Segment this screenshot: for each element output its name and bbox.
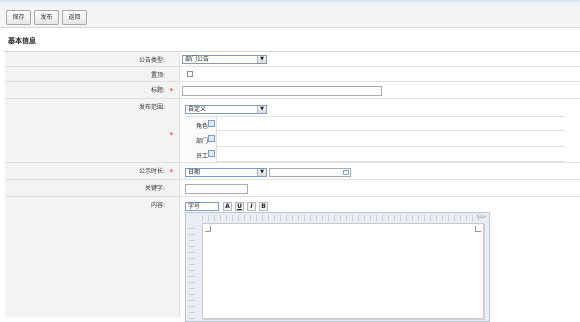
notice-type-select[interactable]: 部门公告 ▼ (182, 55, 267, 64)
pinned-label: 置顶: (150, 72, 165, 79)
rich-text-editor: 13px (185, 212, 490, 322)
role-label: 角色 (195, 123, 208, 130)
section-title: 基本信息 (8, 37, 36, 45)
notice-type-label: 公告类型: (138, 57, 165, 64)
duration-value: 日期 (188, 169, 201, 176)
save-button[interactable]: 保存 (6, 10, 31, 25)
action-toolbar: 保存 发布 返回 (0, 2, 580, 28)
row-title: 标题: * (5, 82, 580, 99)
scope-staff-row: 员工 (185, 147, 565, 162)
scope-select[interactable]: 自定义 ▼ (185, 105, 267, 114)
select-dept-icon[interactable] (208, 135, 215, 142)
select-role-icon[interactable] (208, 120, 215, 127)
notice-type-value: 部门公告 (185, 56, 210, 63)
label-cell: 标题: * (5, 82, 180, 98)
label-cell: 关键字: (5, 180, 180, 196)
pinned-checkbox[interactable] (187, 71, 193, 77)
calendar-icon[interactable] (343, 170, 349, 175)
scope-label: 发布范围: (138, 104, 165, 111)
bold-icon[interactable]: B (259, 202, 268, 211)
scope-value: 自定义 (188, 106, 207, 113)
label-cell: 公告类型: (5, 52, 180, 66)
page-corner-mark (475, 226, 481, 232)
horizontal-ruler (202, 215, 484, 221)
scope-dept-row: 部门 (185, 132, 565, 147)
keywords-label: 关键字: (144, 185, 165, 192)
staff-label-cell: 员工 (185, 147, 217, 162)
editor-corner-label: 13px (476, 214, 486, 219)
keywords-input[interactable] (185, 184, 248, 194)
row-keywords: 关键字: (5, 180, 580, 197)
editor-content-area[interactable] (202, 223, 484, 319)
duration-select[interactable]: 日期 ▼ (185, 168, 267, 177)
duration-date-input[interactable] (269, 168, 351, 177)
title-label: 标题: (150, 87, 165, 94)
label-cell: 内容: (5, 197, 180, 317)
label-cell: 公示时长: * (5, 163, 180, 179)
dept-label-cell: 部门 (185, 132, 217, 147)
title-input[interactable] (182, 86, 382, 96)
scope-role-row: 角色 (185, 116, 565, 132)
chevron-down-icon[interactable]: ▼ (257, 56, 266, 63)
vertical-ruler (189, 225, 195, 319)
staff-label: 员工 (195, 153, 208, 160)
row-duration: 公示时长: * 日期 ▼ (5, 163, 580, 180)
row-content: 内容: 字号 A U I B 13px (5, 197, 580, 322)
chevron-down-icon[interactable]: ▼ (257, 169, 266, 176)
row-scope: 发布范围: * 自定义 ▼ 角色 部门 员工 (5, 99, 580, 163)
publish-button[interactable]: 发布 (34, 10, 59, 25)
role-label-cell: 角色 (185, 117, 217, 132)
underline-icon[interactable]: U (235, 202, 244, 211)
required-mark: * (169, 168, 174, 176)
font-color-icon[interactable]: A (223, 202, 232, 211)
required-mark: * (169, 131, 174, 139)
required-mark: * (169, 87, 174, 95)
italic-icon[interactable]: I (247, 202, 256, 211)
page-corner-mark (205, 226, 211, 232)
row-pinned: 置顶: (5, 67, 580, 82)
font-size-select[interactable]: 字号 (185, 202, 219, 211)
row-notice-type: 公告类型: 部门公告 ▼ (5, 52, 580, 67)
chevron-down-icon[interactable]: ▼ (257, 106, 266, 113)
editor-toolbar: 字号 A U I B (185, 202, 275, 211)
label-cell: 发布范围: * (5, 99, 180, 162)
label-cell: 置顶: (5, 67, 180, 81)
font-size-value: 字号 (188, 203, 201, 210)
back-button[interactable]: 返回 (62, 10, 87, 25)
content-label: 内容: (150, 202, 165, 209)
duration-label: 公示时长: (138, 168, 165, 175)
select-staff-icon[interactable] (208, 150, 215, 157)
dept-label: 部门 (195, 138, 208, 145)
